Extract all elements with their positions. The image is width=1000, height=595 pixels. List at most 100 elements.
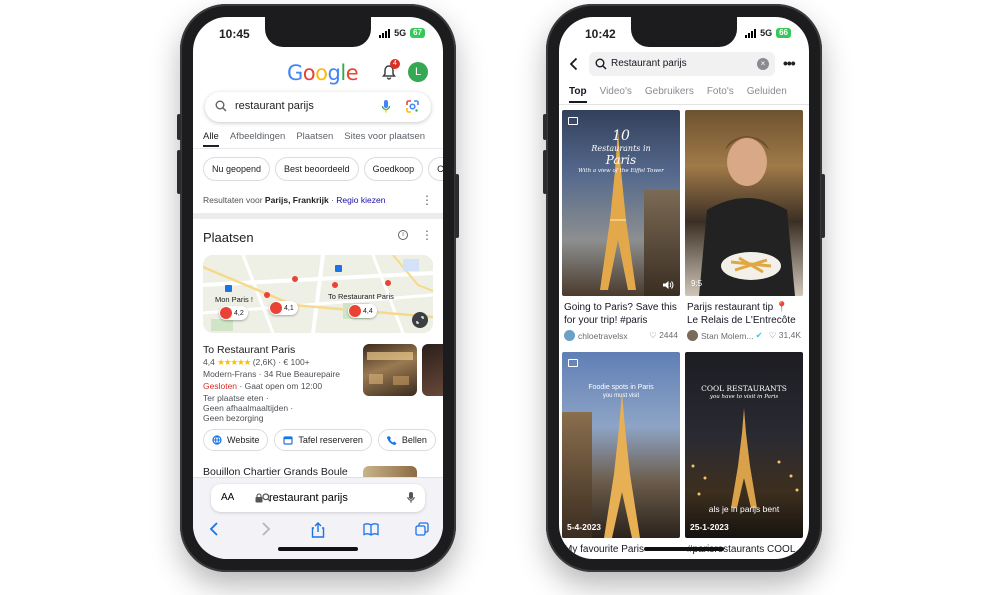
mic-icon[interactable] <box>407 491 415 504</box>
username[interactable]: chloetravelsx <box>578 331 628 341</box>
results-for: Resultaten voor Parijs, Frankrijk · Regi… <box>203 195 386 205</box>
info-icon[interactable]: i <box>398 230 408 240</box>
likes: ♡ 2444 <box>649 330 678 340</box>
restaurant-photo[interactable] <box>422 344 443 396</box>
map-pin[interactable]: 4,2 <box>219 306 248 320</box>
notch <box>631 17 737 47</box>
video-thumbnail: Foodie spots in Paris you must visit 5-4… <box>562 352 680 538</box>
more-icon[interactable]: ⋮ <box>421 194 433 206</box>
tab-users[interactable]: Gebruikers <box>645 86 694 103</box>
power-button <box>821 174 825 238</box>
tab-alle[interactable]: Alle <box>203 131 219 147</box>
chip-goedkoop[interactable]: Goedkoop <box>363 157 424 181</box>
search-bar[interactable]: Restaurant parijs × <box>589 52 775 76</box>
overlay-title: Restaurants in <box>591 144 651 153</box>
results-place: Parijs, Frankrijk <box>264 195 329 205</box>
tabs-icon[interactable] <box>415 522 429 536</box>
map-streets <box>203 255 433 333</box>
photo-icon <box>568 117 578 125</box>
chip-nu-geopend[interactable]: Nu geopend <box>203 157 271 181</box>
avatar[interactable]: L <box>408 62 428 82</box>
video-tile[interactable]: Foodie spots in Paris you must visit 5-4… <box>562 352 680 559</box>
mic-icon[interactable] <box>381 99 391 114</box>
search-query[interactable]: restaurant parijs <box>235 100 314 112</box>
tiktok-screen: 10:42 5G 66 Restaurant parijs × ••• Top … <box>559 17 809 559</box>
expand-map-icon[interactable] <box>412 312 428 328</box>
region-link[interactable]: Regio kiezen <box>336 195 385 205</box>
lens-icon[interactable] <box>405 99 420 114</box>
video-tile[interactable]: 9:5 Parijs restaurant tip 📍 Le Relais de… <box>685 110 803 341</box>
tab-videos[interactable]: Video's <box>600 86 632 103</box>
forward-icon[interactable] <box>261 522 271 536</box>
overlay-title: COOL RESTAURANTS <box>701 384 787 393</box>
more-icon[interactable]: ••• <box>783 55 796 71</box>
search-tabs: Alle Afbeeldingen Plaatsen Sites voor pl… <box>203 131 425 147</box>
volume-button <box>177 114 181 140</box>
back-icon[interactable] <box>209 522 219 536</box>
share-icon[interactable] <box>311 522 325 538</box>
bookmarks-icon[interactable] <box>363 522 379 536</box>
tab-plaatsen[interactable]: Plaatsen <box>296 131 333 147</box>
pin-rating: 4,1 <box>284 304 294 312</box>
reader-aa-button[interactable]: AA <box>221 492 234 503</box>
review-count: (2,6K) <box>252 357 276 367</box>
tab-top[interactable]: Top <box>569 86 587 103</box>
chip-truncated[interactable]: Ch <box>428 157 443 181</box>
back-icon[interactable] <box>569 57 578 71</box>
reserve-table-button[interactable]: Tafel reserveren <box>274 429 372 451</box>
overlay-caption: als je in parijs bent <box>708 504 780 514</box>
chip-best-beoordeeld[interactable]: Best beoordeeld <box>275 157 359 181</box>
map-pin[interactable]: 4,1 <box>269 301 298 315</box>
signal-icon <box>379 28 391 38</box>
address-bar[interactable]: AA restaurant parijs <box>211 484 425 512</box>
result-hours: Gesloten · Gaat open om 12:00 <box>203 381 322 391</box>
verified-icon: ✔ <box>755 330 763 340</box>
map-label: Mon Paris ! <box>215 295 253 304</box>
google-logo[interactable]: Google <box>287 61 359 86</box>
tab-sites-voor-plaatsen[interactable]: Sites voor plaatsen <box>344 131 425 147</box>
result-name[interactable]: To Restaurant Paris <box>203 344 295 356</box>
video-tile[interactable]: 10 Restaurants in Paris With a view of t… <box>562 110 680 341</box>
avatar[interactable] <box>687 330 698 341</box>
tab-afbeeldingen[interactable]: Afbeeldingen <box>230 131 285 147</box>
volume-button <box>543 150 547 194</box>
status-time: 10:45 <box>219 27 250 41</box>
battery-icon: 67 <box>410 28 425 38</box>
avatar[interactable] <box>564 330 575 341</box>
overlay-subtitle: With a view of the Eiffel Tower <box>578 168 664 174</box>
video-tile[interactable]: COOL RESTAURANTS you have to visit in Pa… <box>685 352 803 559</box>
url-text[interactable]: restaurant parijs <box>269 492 348 504</box>
more-icon[interactable]: ⋮ <box>421 229 433 241</box>
video-thumbnail: COOL RESTAURANTS you have to visit in Pa… <box>685 352 803 538</box>
sound-icon[interactable] <box>662 280 674 290</box>
person-eating-image <box>699 136 795 296</box>
restaurant-photo[interactable] <box>363 344 417 396</box>
like-count: 2444 <box>659 330 678 340</box>
power-button <box>455 174 459 238</box>
home-indicator <box>278 547 358 551</box>
clear-icon[interactable]: × <box>757 58 769 70</box>
search-icon <box>215 100 227 112</box>
star-rating-icon: ★★★★★ <box>217 357 251 367</box>
pin-rating: 4,2 <box>234 309 244 317</box>
search-query[interactable]: Restaurant parijs <box>611 58 687 69</box>
call-button[interactable]: Bellen <box>377 429 436 451</box>
video-meta: Stan Molem... ✔ ♡ 31,4K <box>685 330 803 341</box>
notch <box>265 17 371 47</box>
username[interactable]: Stan Molem... <box>701 331 753 341</box>
tab-photos[interactable]: Foto's <box>707 86 734 103</box>
tab-sounds[interactable]: Geluiden <box>747 86 787 103</box>
search-bar[interactable]: restaurant parijs <box>205 92 431 122</box>
filter-chips: Nu geopend Best beoordeeld Goedkoop Ch <box>203 157 443 181</box>
overlay-title: Foodie spots in Paris <box>588 384 654 391</box>
map-pin[interactable]: 4,4 <box>348 304 377 318</box>
section-divider <box>193 213 443 219</box>
call-label: Bellen <box>401 435 427 445</box>
network-label: 5G <box>394 28 407 38</box>
photo-icon <box>568 359 578 367</box>
globe-icon <box>212 435 222 445</box>
map[interactable]: Mon Paris ! To Restaurant Paris 4,2 4,1 … <box>203 255 433 333</box>
volume-button <box>177 150 181 194</box>
video-caption: #parisrestaurants COOL <box>687 544 796 555</box>
website-button[interactable]: Website <box>203 429 269 451</box>
